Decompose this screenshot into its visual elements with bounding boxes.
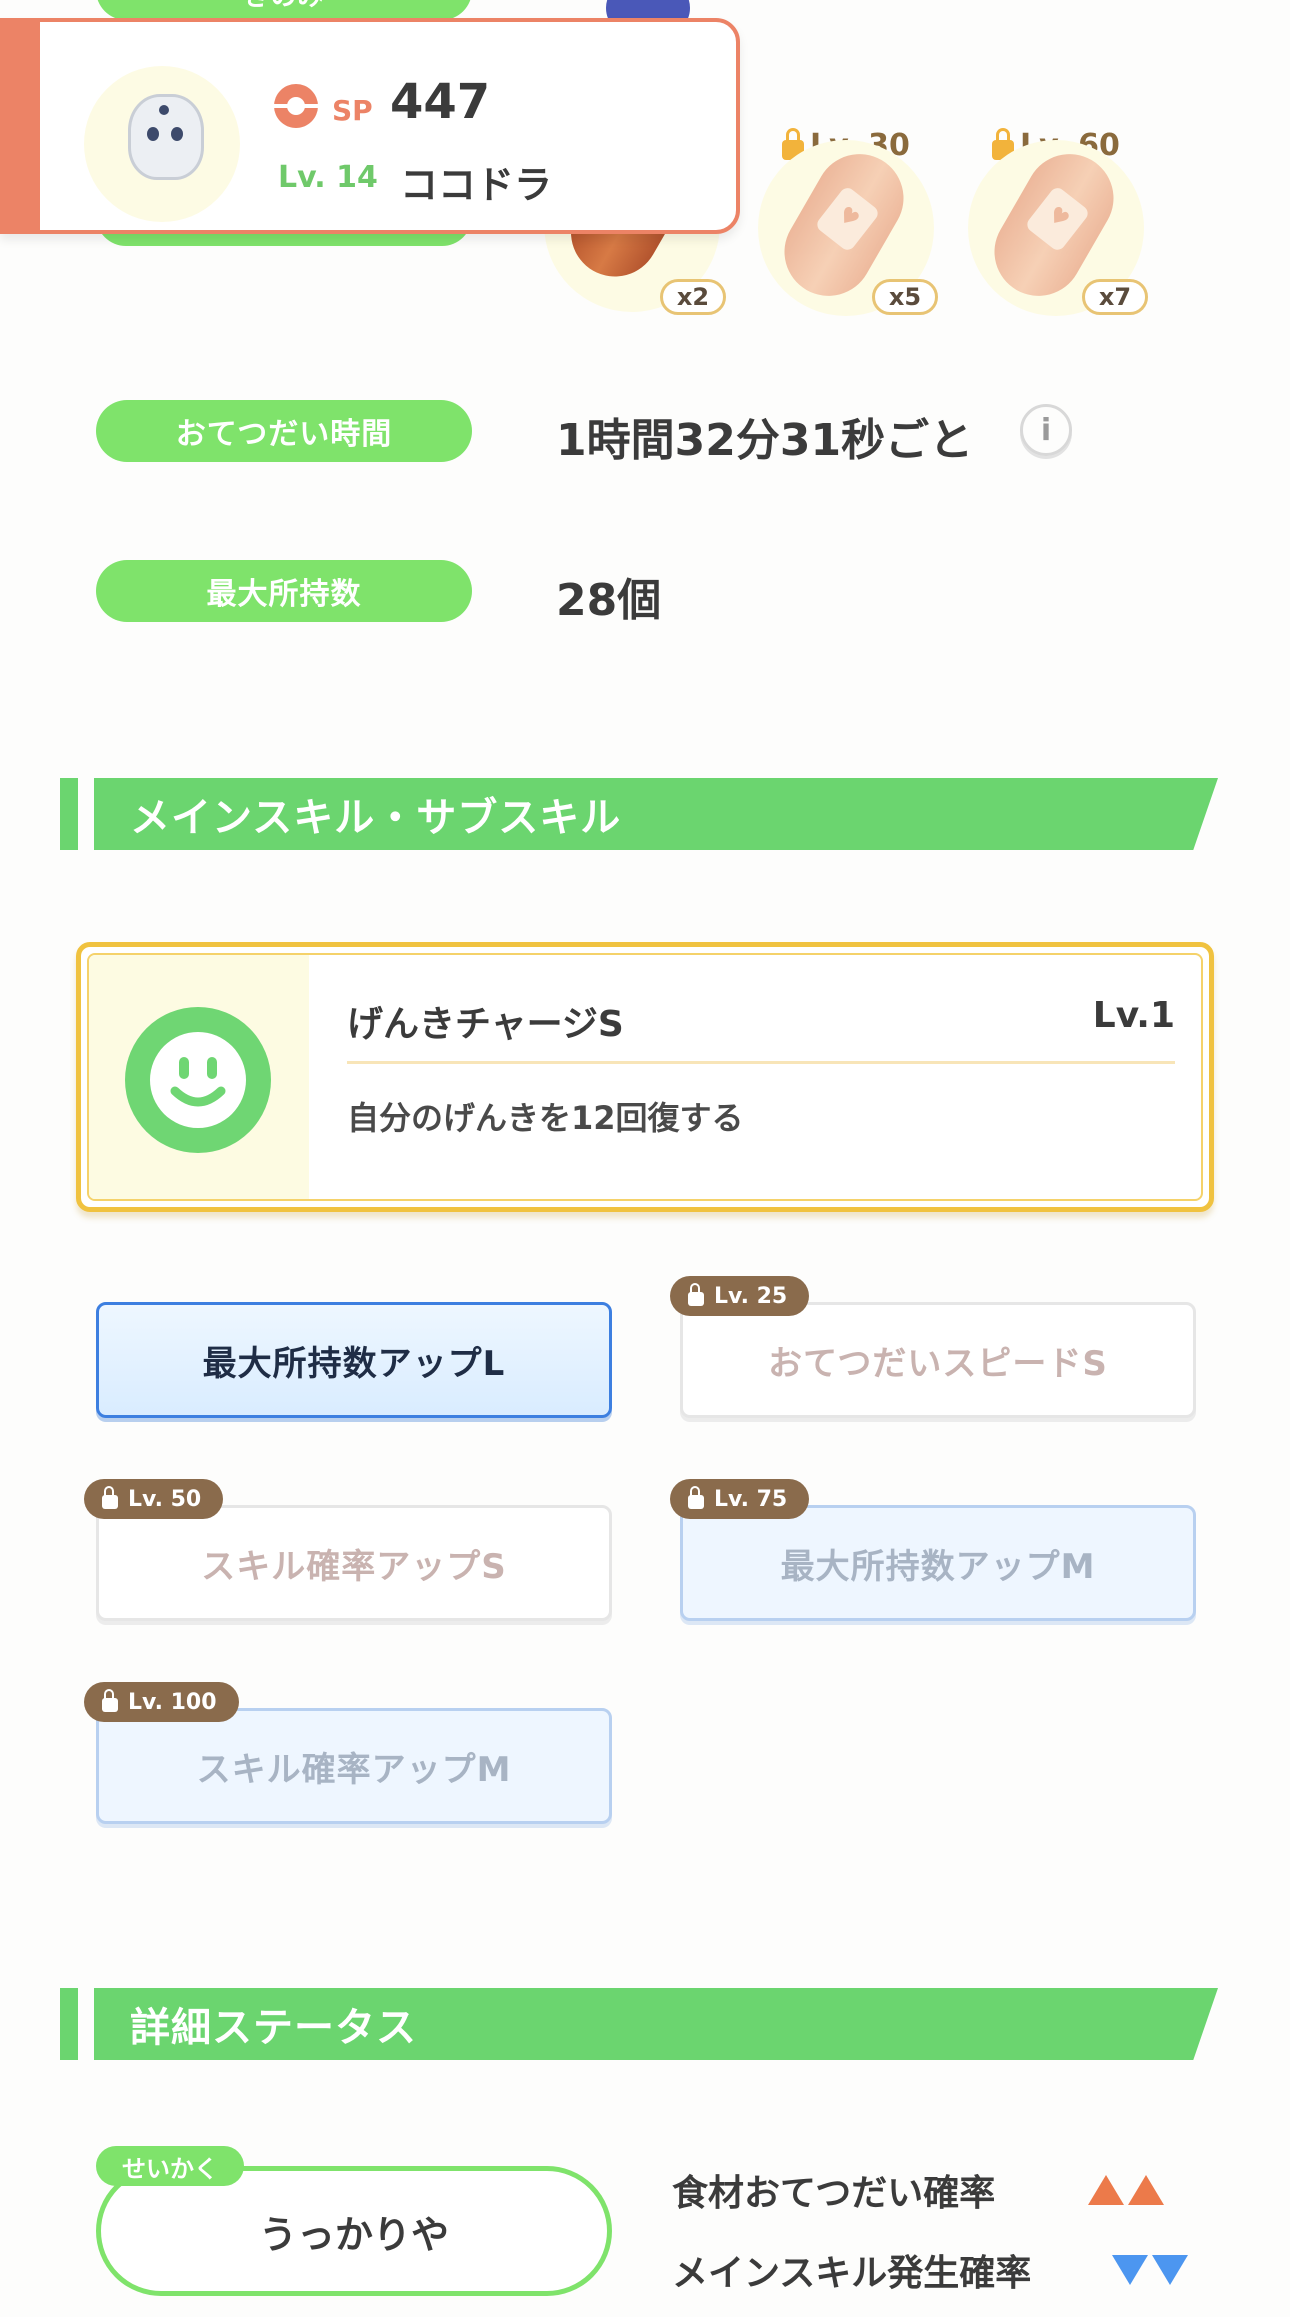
popup-accent-bar: [0, 18, 40, 234]
section-header-details: 詳細ステータス: [94, 1988, 1218, 2060]
sp-value: 447: [390, 74, 491, 130]
sub-skill-5[interactable]: スキル確率アップM: [96, 1708, 612, 1824]
lock-icon: [102, 1486, 118, 1509]
pokemon-avatar: [84, 66, 240, 222]
section-marker: [60, 1988, 78, 2060]
nature-effect-down-label: メインスキル発生確率: [672, 2253, 1032, 2294]
up-arrow-icon: [1088, 2175, 1124, 2205]
help-time-label: おてつだい時間: [96, 400, 472, 462]
sub-skill-3-lock: Lv. 50: [84, 1479, 224, 1519]
ingredient-count-badge: x2: [660, 279, 726, 315]
main-skill-icon-panel: [89, 955, 309, 1199]
nature-tag: せいかく: [96, 2146, 244, 2186]
pokemon-popup[interactable]: SP 447 Lv. 14 ココドラ: [0, 18, 740, 234]
ingredient-count-badge: x7: [1082, 279, 1148, 315]
help-time-value: 1時間32分31秒ごと: [556, 415, 974, 466]
pokemon-name: ココドラ: [400, 163, 553, 207]
up-arrow-icon: [1128, 2175, 1164, 2205]
main-skill-name: げんきチャージS: [347, 1004, 624, 1045]
down-arrow-icon: [1152, 2255, 1188, 2285]
lock-icon: [688, 1486, 704, 1509]
main-skill-card[interactable]: げんきチャージS Lv.1 自分のげんきを12回復する: [76, 942, 1214, 1212]
nature-effect-down: メインスキル発生確率: [672, 2244, 1192, 2296]
smile-icon: [125, 1007, 271, 1153]
sub-skill-1[interactable]: 最大所持数アップL: [96, 1302, 612, 1418]
max-carry-value: 28個: [556, 575, 662, 626]
nature-effect-up-label: 食材おてつだい確率: [672, 2173, 996, 2214]
nature-effect-up: 食材おてつだい確率: [672, 2164, 1168, 2216]
lock-icon: [102, 1689, 118, 1712]
sub-skill-2-lock: Lv. 25: [670, 1276, 810, 1316]
berry-label: きのみ: [243, 0, 324, 13]
pokemon-level: Lv. 14: [278, 160, 378, 195]
ingredient-count-badge: x5: [872, 279, 938, 315]
sub-skill-5-lock: Lv. 100: [84, 1682, 239, 1722]
berry-label-pill: きのみ: [96, 0, 472, 20]
aron-icon: [128, 94, 204, 180]
lock-icon: [688, 1283, 704, 1306]
down-arrow-icon: [1112, 2255, 1148, 2285]
pokeball-icon: [274, 84, 318, 128]
section-marker: [60, 778, 78, 850]
sub-skill-4-lock: Lv. 75: [670, 1479, 810, 1519]
sub-skill-4[interactable]: 最大所持数アップM: [680, 1505, 1196, 1621]
sub-skill-3[interactable]: スキル確率アップS: [96, 1505, 612, 1621]
main-skill-description: 自分のげんきを12回復する: [347, 1099, 744, 1137]
sub-skill-2[interactable]: おてつだいスピードS: [680, 1302, 1196, 1418]
sp-label: SP: [332, 94, 373, 127]
main-skill-divider: [347, 1061, 1175, 1064]
max-carry-label: 最大所持数: [96, 560, 472, 622]
section-header-skills: メインスキル・サブスキル: [94, 778, 1218, 850]
info-icon[interactable]: i: [1020, 404, 1072, 456]
main-skill-level: Lv.1: [1092, 995, 1175, 1036]
